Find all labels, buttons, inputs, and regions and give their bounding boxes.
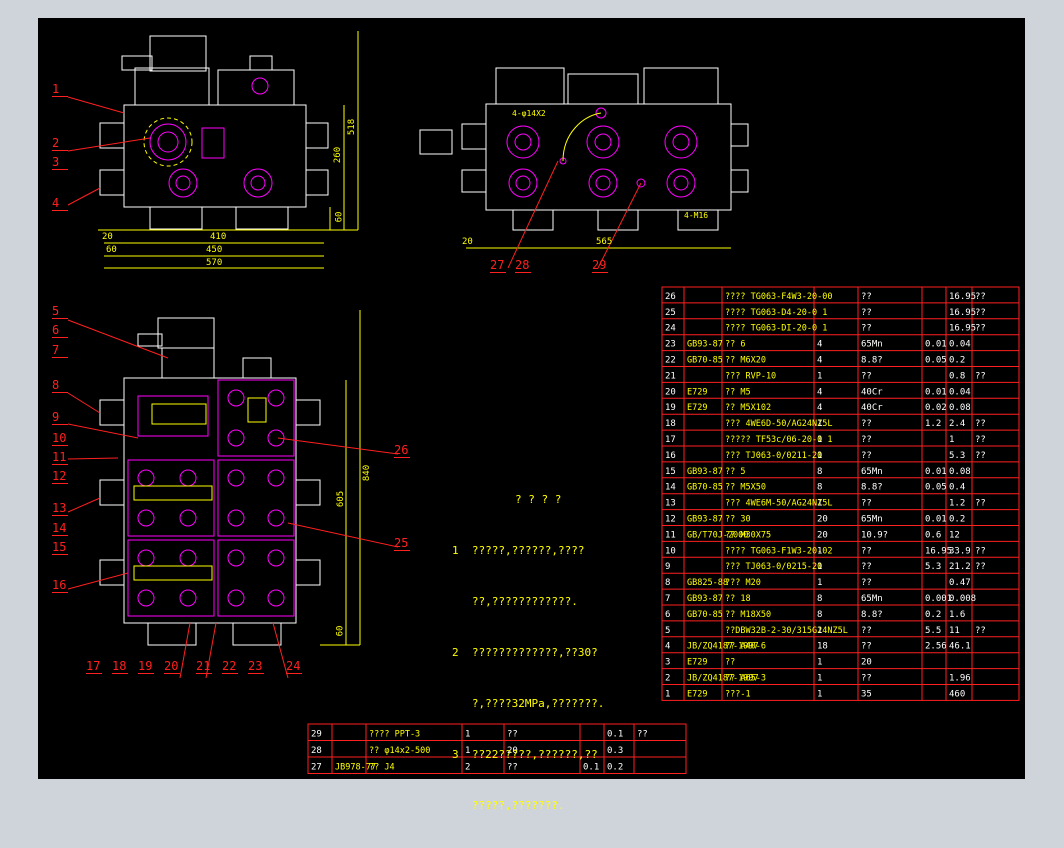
balloon-16: 16	[52, 578, 68, 593]
balloon-1: 1	[52, 82, 68, 97]
notes-line: 1 ?????,??????,????	[452, 544, 585, 557]
dim-565: 565	[596, 237, 613, 247]
balloon-23: 23	[248, 659, 264, 674]
balloon-10: 10	[52, 431, 68, 446]
balloon-5: 5	[52, 304, 68, 319]
balloon-24: 24	[286, 659, 302, 674]
dim-840: 840	[362, 464, 373, 482]
balloon-9: 9	[52, 410, 68, 425]
balloon-4: 4	[52, 196, 68, 211]
notes-line: 3 ??22?????,??????,??	[452, 748, 598, 761]
dim-20: 20	[102, 232, 113, 242]
balloon-19: 19	[138, 659, 154, 674]
balloon-21: 21	[196, 659, 212, 674]
dim-60-side: 60	[335, 625, 346, 637]
balloon-7: 7	[52, 343, 68, 358]
dim-60: 60	[106, 245, 117, 255]
dim-phi: 4-φ14X2	[512, 109, 546, 118]
balloon-25: 25	[394, 536, 410, 551]
dim-570: 570	[206, 258, 223, 268]
balloon-14: 14	[52, 521, 68, 536]
balloon-17: 17	[86, 659, 102, 674]
balloon-18: 18	[112, 659, 128, 674]
balloon-15: 15	[52, 540, 68, 555]
notes-line: ?????,???????.	[452, 799, 565, 812]
balloon-29: 29	[592, 258, 608, 273]
dim-518: 518	[347, 118, 358, 136]
balloon-22: 22	[222, 659, 238, 674]
dim-60-v: 60	[334, 211, 345, 223]
cad-drawing-canvas: 26???? TG063-F4W3-20-00?? 16.95?? 25???? T…	[38, 18, 1025, 812]
balloon-20: 20	[164, 659, 180, 674]
notes-line: ??,????????????.	[452, 595, 578, 608]
balloon-12: 12	[52, 469, 68, 484]
drawing-labels: 410 450 570 20 60 518 260 60 565 20 4-φ1…	[38, 18, 1025, 812]
balloon-26: 26	[394, 443, 410, 458]
balloon-2: 2	[52, 136, 68, 151]
notes-title: ? ? ? ?	[515, 493, 562, 506]
dim-605: 605	[336, 490, 347, 508]
dim-260: 260	[333, 146, 344, 164]
notes-line: ?,????32MPa,???????.	[452, 697, 605, 710]
balloon-8: 8	[52, 378, 68, 393]
dim-20-top: 20	[462, 237, 473, 247]
technical-notes: ? ? ? ? 1 ?????,??????,???? ??,?????????…	[452, 457, 604, 848]
balloon-13: 13	[52, 501, 68, 516]
balloon-27: 27	[490, 258, 506, 273]
dim-thread: 4-M16	[684, 211, 709, 220]
balloon-6: 6	[52, 323, 68, 338]
balloon-28: 28	[515, 258, 531, 273]
dim-450: 450	[206, 245, 223, 255]
dim-410: 410	[210, 232, 227, 242]
balloon-3: 3	[52, 155, 68, 170]
notes-line: 2 ?????????????,??30?	[452, 646, 598, 659]
balloon-11: 11	[52, 450, 68, 465]
